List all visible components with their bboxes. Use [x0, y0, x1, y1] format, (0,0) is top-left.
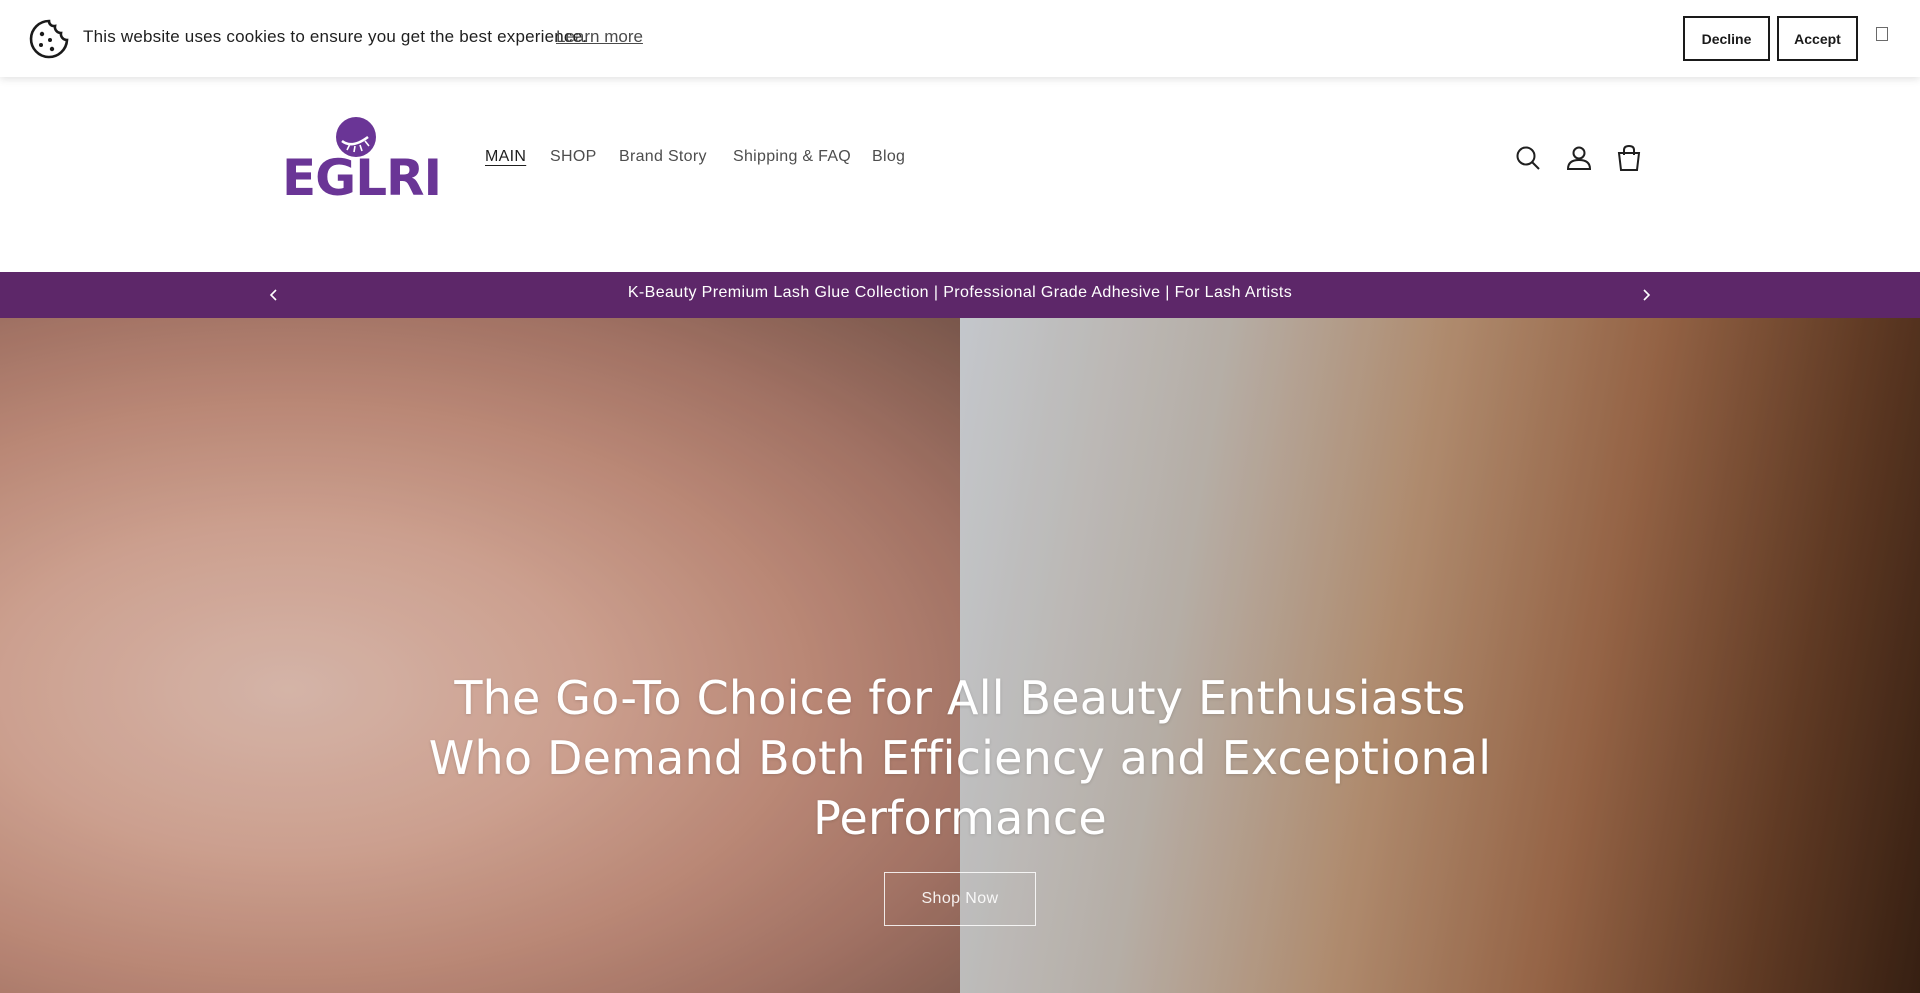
- chevron-right-icon[interactable]: [1636, 285, 1656, 305]
- nav-item-main[interactable]: MAIN: [485, 148, 526, 166]
- learn-more-link[interactable]: Learn more: [556, 27, 643, 47]
- close-icon[interactable]: [1876, 27, 1888, 41]
- shop-now-button[interactable]: Shop Now: [884, 872, 1036, 926]
- nav-item-blog[interactable]: Blog: [872, 148, 905, 166]
- decline-button[interactable]: Decline: [1683, 16, 1770, 61]
- cookie-message: This website uses cookies to ensure you …: [83, 27, 588, 46]
- logo-text: EGLRI: [282, 149, 442, 207]
- nav-item-shop[interactable]: SHOP: [550, 148, 597, 166]
- hero-banner: The Go-To Choice for All Beauty Enthusia…: [0, 318, 1920, 993]
- cookie-icon: [29, 19, 69, 59]
- site-header: EGLRI MAIN SHOP Brand Story Shipping & F…: [0, 77, 1920, 272]
- accept-button[interactable]: Accept: [1777, 16, 1858, 61]
- announcement-text: K-Beauty Premium Lash Glue Collection | …: [627, 284, 1293, 301]
- announcement-bar: K-Beauty Premium Lash Glue Collection | …: [0, 272, 1920, 318]
- hero-title: The Go-To Choice for All Beauty Enthusia…: [428, 671, 1492, 845]
- cookie-banner: This website uses cookies to ensure you …: [0, 0, 1920, 77]
- search-icon[interactable]: [1513, 143, 1543, 173]
- account-icon[interactable]: [1564, 143, 1594, 173]
- cart-icon[interactable]: [1614, 143, 1644, 173]
- nav-item-brand-story[interactable]: Brand Story: [619, 148, 707, 166]
- site-logo[interactable]: EGLRI: [282, 115, 442, 207]
- nav-item-shipping-faq[interactable]: Shipping & FAQ: [733, 148, 851, 166]
